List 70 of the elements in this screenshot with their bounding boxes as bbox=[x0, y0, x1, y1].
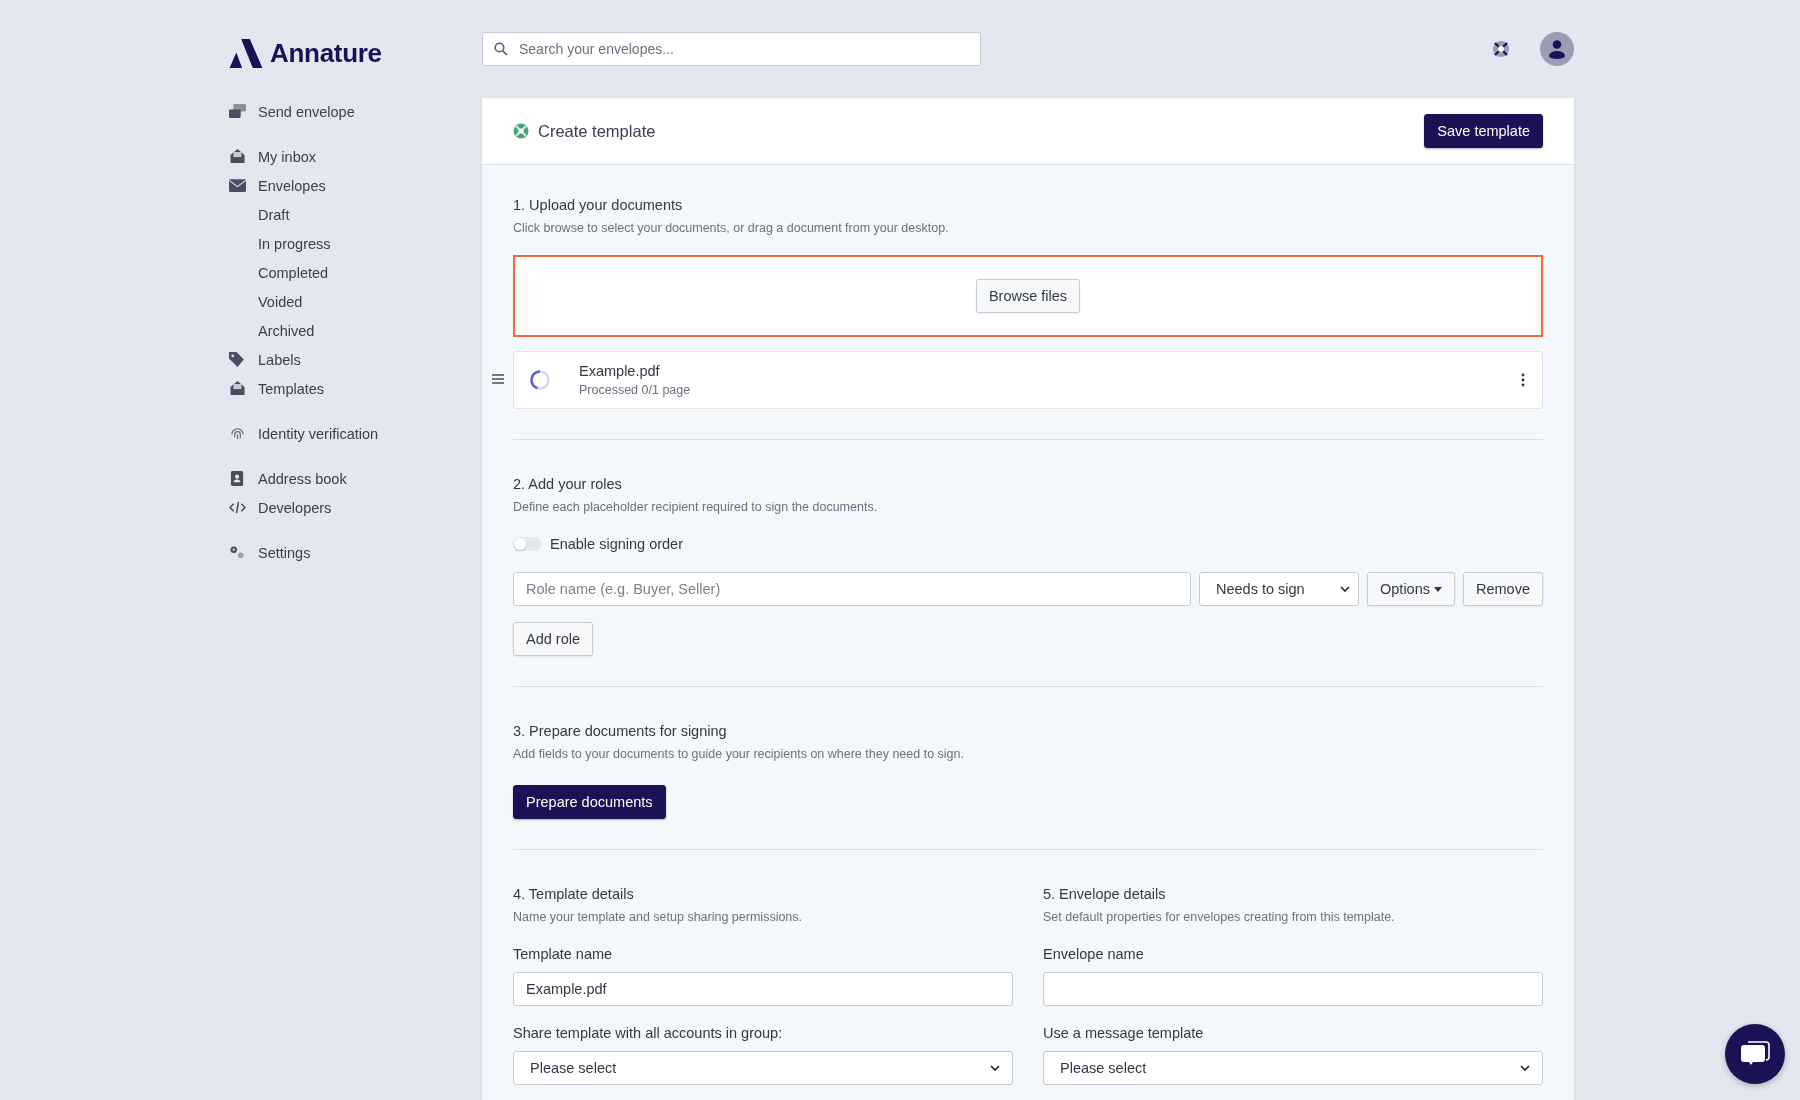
sidebar-item[interactable]: Envelopes bbox=[258, 177, 326, 194]
role-name-field[interactable]: Role name (e.g. Buyer, Seller) bbox=[513, 572, 1191, 606]
sidebar-item[interactable]: Completed bbox=[258, 264, 329, 281]
spinner-icon bbox=[529, 369, 551, 391]
section-description: Add fields to your documents to guide your recipients on where they need to sign. bbox=[513, 747, 965, 761]
drop-zone[interactable]: Browse files bbox=[513, 255, 1543, 337]
chat-button[interactable] bbox=[1725, 1024, 1785, 1084]
more-icon[interactable] bbox=[1521, 373, 1525, 387]
section-title: 3. Prepare documents for signing bbox=[513, 723, 728, 739]
lifebuoy-icon bbox=[513, 123, 529, 139]
text-field[interactable] bbox=[1043, 972, 1543, 1006]
sidebar-item[interactable]: Address book bbox=[258, 470, 347, 487]
section-title: 2. Add your roles bbox=[513, 476, 623, 492]
sidebar-item[interactable]: Identity verification bbox=[258, 425, 379, 442]
brand-name: Annature bbox=[270, 37, 382, 69]
chevron-icon bbox=[990, 1065, 1000, 1071]
field-label: Use a message template bbox=[1043, 1025, 1205, 1041]
action-select[interactable]: Needs to sign bbox=[1199, 572, 1359, 606]
tag-icon bbox=[229, 352, 246, 367]
remove-button[interactable]: Remove bbox=[1463, 572, 1543, 606]
browse-files-button[interactable]: Browse files bbox=[975, 279, 1081, 313]
section-title: 5. Envelope details bbox=[1043, 886, 1167, 902]
avatar-icon[interactable] bbox=[1540, 32, 1574, 66]
chevron-icon bbox=[1520, 1065, 1530, 1071]
sidebar-item[interactable]: Developers bbox=[258, 499, 332, 516]
logo-mark-icon bbox=[229, 38, 263, 68]
prepare-documents-button[interactable]: Prepare documents bbox=[513, 785, 666, 819]
sidebar-item[interactable]: Draft bbox=[258, 206, 290, 223]
caret-icon bbox=[1434, 586, 1442, 592]
sidebar-item[interactable]: Labels bbox=[258, 351, 301, 368]
envelope-icon bbox=[229, 178, 246, 193]
sidebar-item[interactable]: Templates bbox=[258, 380, 325, 397]
search-field[interactable]: Search your envelopes... bbox=[482, 32, 981, 66]
settings-icon bbox=[229, 545, 246, 560]
fingerprint-icon bbox=[229, 426, 246, 441]
field-label: Share template with all accounts in group: bbox=[513, 1025, 784, 1041]
section-description: Set default properties for envelopes creating from this template. bbox=[1043, 910, 1396, 924]
select-field[interactable]: Please select bbox=[1043, 1051, 1543, 1085]
envelopes-icon bbox=[229, 104, 246, 119]
address-book-icon bbox=[229, 471, 246, 486]
sidebar-item[interactable]: My inbox bbox=[258, 148, 317, 165]
section-title: 4. Template details bbox=[513, 886, 635, 902]
add-role-button[interactable]: Add role bbox=[513, 622, 593, 656]
save-template-button[interactable]: Save template bbox=[1424, 114, 1543, 148]
section-description: Click browse to select your documents, or drag a document from your desktop. bbox=[513, 221, 950, 235]
text-field[interactable]: Example.pdf bbox=[513, 972, 1013, 1006]
toggle-switch[interactable] bbox=[513, 537, 541, 551]
search-icon bbox=[494, 42, 508, 56]
panel-title: Create template bbox=[538, 121, 656, 141]
sidebar-item[interactable]: Send envelope bbox=[258, 103, 355, 120]
section-description: Name your template and setup sharing permissions. bbox=[513, 910, 804, 924]
options-button[interactable]: Options bbox=[1367, 572, 1455, 606]
file-name: Example.pdf bbox=[579, 363, 661, 379]
select-field[interactable]: Please select bbox=[513, 1051, 1013, 1085]
help-icon[interactable] bbox=[1492, 40, 1510, 58]
section-description: Define each placeholder recipient required to sign the documents. bbox=[513, 500, 879, 514]
file-status: Processed 0/1 page bbox=[579, 383, 692, 397]
sidebar-item[interactable]: Archived bbox=[258, 322, 315, 339]
sidebar-item[interactable]: Voided bbox=[258, 293, 303, 310]
open-envelope-icon bbox=[229, 149, 246, 164]
sidebar-item[interactable]: In progress bbox=[258, 235, 331, 252]
open-envelope-icon bbox=[229, 381, 246, 396]
sidebar-item[interactable]: Settings bbox=[258, 544, 311, 561]
field-label: Template name bbox=[513, 946, 614, 962]
code-icon bbox=[229, 500, 246, 515]
toggle-label: Enable signing order bbox=[550, 536, 683, 552]
drag-handle-icon[interactable] bbox=[492, 374, 504, 384]
field-label: Envelope name bbox=[1043, 946, 1145, 962]
section-title: 1. Upload your documents bbox=[513, 197, 684, 213]
chevron-icon bbox=[1340, 586, 1350, 592]
